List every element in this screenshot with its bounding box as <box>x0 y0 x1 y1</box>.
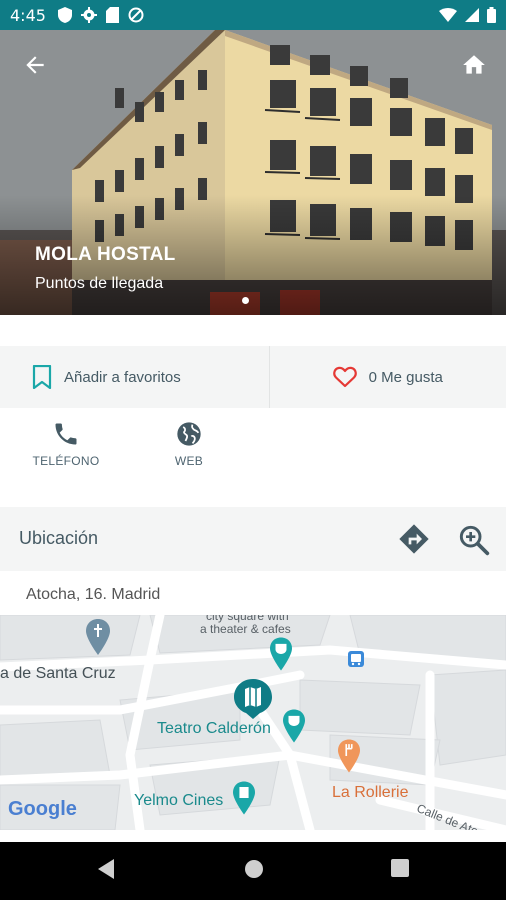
no-data-icon <box>128 7 144 23</box>
location-header: Ubicación <box>0 507 506 571</box>
hero-title: MOLA HOSTAL <box>35 244 176 265</box>
like-button[interactable]: 0 Me gusta <box>270 346 506 408</box>
status-time: 4:45 <box>10 5 46 25</box>
map-label-teatro-calderon: Teatro Calderón <box>157 720 271 737</box>
battery-icon <box>487 7 496 23</box>
bookmark-icon <box>32 365 52 389</box>
location-title: Ubicación <box>19 528 99 548</box>
heart-icon <box>332 366 357 388</box>
settings-icon <box>80 7 97 23</box>
likes-count-label: 0 Me gusta <box>368 368 443 386</box>
status-bar: 4:45 <box>0 0 506 30</box>
theater-pin-icon-2[interactable] <box>283 709 305 743</box>
phone-icon <box>55 423 77 445</box>
map-text-theater-cafes: a theater & cafes <box>200 622 291 636</box>
action-bar: Añadir a favoritos 0 Me gusta <box>0 346 506 408</box>
map-label-plaza-santa-cruz: a de Santa Cruz <box>0 665 116 682</box>
system-nav-bar <box>0 842 506 900</box>
add-favorites-label: Añadir a favoritos <box>64 368 181 386</box>
map-label-la-rollerie: La Rollerie <box>332 784 409 801</box>
signal-icon <box>465 8 479 22</box>
back-arrow-icon[interactable] <box>22 52 48 78</box>
restaurant-pin-icon[interactable] <box>338 739 360 773</box>
add-favorites-button[interactable]: Añadir a favoritos <box>0 346 270 408</box>
web-button[interactable]: WEB <box>144 420 234 468</box>
carousel-indicator[interactable] <box>242 297 249 304</box>
web-label: WEB <box>174 454 204 468</box>
phone-label: TELÉFONO <box>32 454 100 468</box>
wifi-icon <box>439 8 457 22</box>
map-label-yelmo-cines: Yelmo Cines <box>134 792 224 809</box>
cinema-pin-icon[interactable] <box>233 781 255 815</box>
directions-icon[interactable] <box>398 523 430 555</box>
globe-icon <box>177 422 201 446</box>
nav-back-icon[interactable] <box>96 858 116 880</box>
nav-home-icon[interactable] <box>243 858 265 880</box>
address-text: Atocha, 16. Madrid <box>26 586 161 603</box>
hero-subtitle: Puntos de llegada <box>35 275 164 292</box>
hero-image: MOLA HOSTAL Puntos de llegada <box>0 30 506 315</box>
zoom-in-icon[interactable] <box>458 524 490 556</box>
sd-card-icon <box>105 7 119 23</box>
church-pin-icon[interactable] <box>86 619 110 655</box>
phone-button[interactable]: TELÉFONO <box>21 420 111 468</box>
shield-icon <box>57 7 72 23</box>
google-logo: Google <box>8 798 77 820</box>
map-view[interactable]: city square with a theater & cafes a de … <box>0 615 506 830</box>
theater-pin-icon[interactable] <box>270 637 292 671</box>
hostel-location-marker-icon[interactable] <box>234 679 272 719</box>
nav-recents-icon[interactable] <box>390 858 410 878</box>
contact-row: TELÉFONO WEB <box>0 420 506 490</box>
home-icon[interactable] <box>460 52 488 78</box>
bus-stop-icon[interactable] <box>348 651 364 667</box>
